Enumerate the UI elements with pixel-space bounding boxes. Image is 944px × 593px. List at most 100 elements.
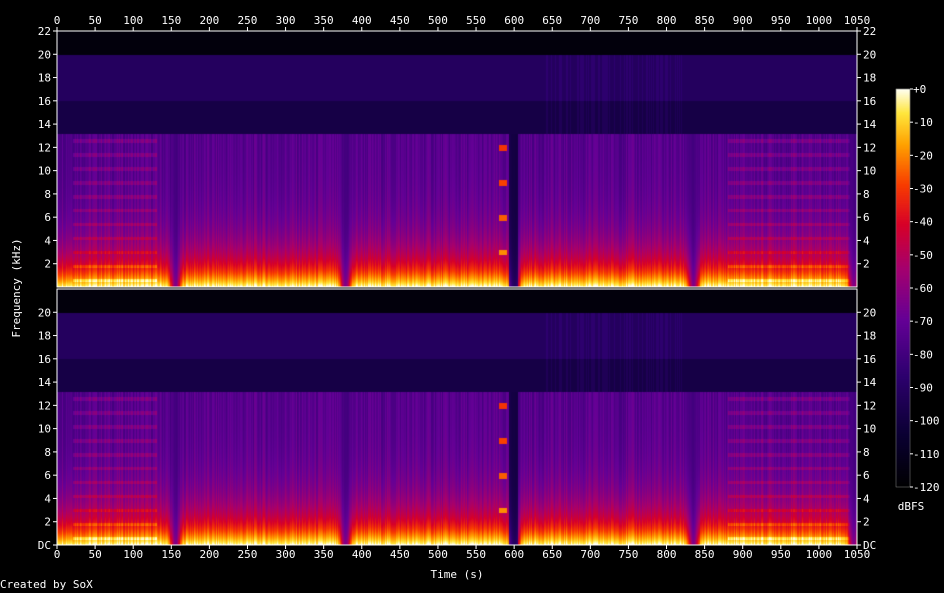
y-tick-label-right: 8 <box>863 188 870 201</box>
colorbar-tick-label: -100 <box>913 415 940 428</box>
panel-border-0 <box>56 30 858 288</box>
x-tick-label-bottom: 150 <box>161 548 181 561</box>
x-tick-label-top: 750 <box>618 14 638 27</box>
x-tick-label-top: 1000 <box>806 14 833 27</box>
y-tick-label-right: 22 <box>863 25 876 38</box>
x-tick-label-top: 50 <box>88 14 101 27</box>
x-tick-label-bottom: 650 <box>542 548 562 561</box>
y-tick-label-left: 16 <box>38 95 51 108</box>
y-tick-label-left: 22 <box>38 25 51 38</box>
colorbar-tick-label: -10 <box>913 116 933 129</box>
y-tick-label-right: 6 <box>863 469 870 482</box>
x-tick-label-top: 850 <box>695 14 715 27</box>
y-tick-label-right: 4 <box>863 234 870 247</box>
x-tick-label-top: 650 <box>542 14 562 27</box>
x-tick-label-top: 800 <box>657 14 677 27</box>
y-tick-label-left: 16 <box>38 353 51 366</box>
x-axis-label: Time (s) <box>431 568 484 581</box>
colorbar-label: dBFS <box>898 500 925 513</box>
y-tick-label-left: 2 <box>44 258 51 271</box>
x-tick-label-bottom: 600 <box>504 548 524 561</box>
x-tick-label-top: 550 <box>466 14 486 27</box>
x-tick-label-top: 500 <box>428 14 448 27</box>
colorbar-tick-label: +0 <box>913 83 926 96</box>
credit-text: Created by SoX <box>0 578 93 591</box>
x-tick-label-bottom: 250 <box>238 548 258 561</box>
y-tick-label-right: 10 <box>863 423 876 436</box>
x-tick-label-bottom: 200 <box>199 548 219 561</box>
y-tick-label-right: 12 <box>863 141 876 154</box>
y-tick-label-left: 18 <box>38 330 51 343</box>
y-tick-label-right: 14 <box>863 376 877 389</box>
y-axis-label: Frequency (kHz) <box>10 238 23 337</box>
x-tick-label-bottom: 950 <box>771 548 791 561</box>
x-tick-label-bottom: 100 <box>123 548 143 561</box>
x-tick-label-bottom: 700 <box>580 548 600 561</box>
x-tick-label-bottom: 900 <box>733 548 753 561</box>
colorbar-tick-label: -70 <box>913 315 933 328</box>
x-tick-label-bottom: 50 <box>88 548 101 561</box>
x-tick-label-top: 0 <box>54 14 61 27</box>
y-tick-label-left: 20 <box>38 48 51 61</box>
x-tick-label-top: 900 <box>733 14 753 27</box>
colorbar-tick-label: -20 <box>913 149 933 162</box>
y-tick-label-left: 14 <box>38 376 52 389</box>
x-tick-label-top: 200 <box>199 14 219 27</box>
x-tick-label-bottom: 850 <box>695 548 715 561</box>
colorbar-tick-label: -110 <box>913 448 940 461</box>
x-tick-label-top: 350 <box>314 14 334 27</box>
y-tick-label-left: DC <box>38 539 51 552</box>
x-tick-label-bottom: 400 <box>352 548 372 561</box>
x-tick-label-bottom: 0 <box>54 548 61 561</box>
y-tick-label-right: 18 <box>863 330 876 343</box>
y-tick-label-left: 2 <box>44 516 51 529</box>
x-tick-label-top: 250 <box>238 14 258 27</box>
y-tick-label-right: 20 <box>863 48 876 61</box>
y-tick-label-right: 20 <box>863 306 876 319</box>
colorbar-tick-label: -60 <box>913 282 933 295</box>
y-tick-label-right: 16 <box>863 95 876 108</box>
y-tick-label-left: 14 <box>38 118 52 131</box>
y-tick-label-left: 10 <box>38 423 51 436</box>
x-tick-label-bottom: 500 <box>428 548 448 561</box>
x-tick-label-bottom: 350 <box>314 548 334 561</box>
y-tick-label-right: 14 <box>863 118 877 131</box>
spectrogram-figure: 0 0 50 50 100 100 150 150 200 200 250 250 300 300 350 3… <box>0 0 944 593</box>
x-tick-label-bottom: 750 <box>618 548 638 561</box>
y-tick-label-left: 8 <box>44 446 51 459</box>
y-tick-label-right: 16 <box>863 353 876 366</box>
x-tick-label-top: 150 <box>161 14 181 27</box>
colorbar-tick-label: -30 <box>913 183 933 196</box>
x-tick-label-bottom: 450 <box>390 548 410 561</box>
panel-border-1 <box>56 288 858 546</box>
x-tick-label-bottom: 300 <box>276 548 296 561</box>
y-tick-label-right: 2 <box>863 516 870 529</box>
y-tick-label-right: 18 <box>863 72 876 85</box>
y-tick-label-right: DC <box>863 539 876 552</box>
y-tick-label-left: 4 <box>44 234 51 247</box>
y-tick-label-left: 12 <box>38 141 51 154</box>
x-tick-label-bottom: 550 <box>466 548 486 561</box>
y-tick-label-left: 18 <box>38 72 51 85</box>
x-tick-label-top: 400 <box>352 14 372 27</box>
x-tick-label-top: 950 <box>771 14 791 27</box>
y-tick-label-right: 8 <box>863 446 870 459</box>
y-tick-label-left: 20 <box>38 306 51 319</box>
chart-overlay: 0 0 50 50 100 100 150 150 200 200 250 250 300 300 350 3… <box>10 14 940 581</box>
colorbar-tick-label: -50 <box>913 249 933 262</box>
y-tick-label-left: 8 <box>44 188 51 201</box>
y-tick-label-left: 6 <box>44 469 51 482</box>
x-tick-label-top: 100 <box>123 14 143 27</box>
y-tick-label-left: 10 <box>38 165 51 178</box>
y-tick-label-right: 2 <box>863 258 870 271</box>
y-tick-label-right: 10 <box>863 165 876 178</box>
x-tick-label-bottom: 1000 <box>806 548 833 561</box>
colorbar-tick-label: -90 <box>913 382 933 395</box>
colorbar-border <box>895 88 911 488</box>
y-tick-label-right: 4 <box>863 492 870 505</box>
y-tick-label-left: 4 <box>44 492 51 505</box>
x-tick-label-bottom: 800 <box>657 548 677 561</box>
y-tick-label-left: 12 <box>38 399 51 412</box>
colorbar-tick-label: -120 <box>913 481 940 494</box>
x-tick-label-top: 600 <box>504 14 524 27</box>
